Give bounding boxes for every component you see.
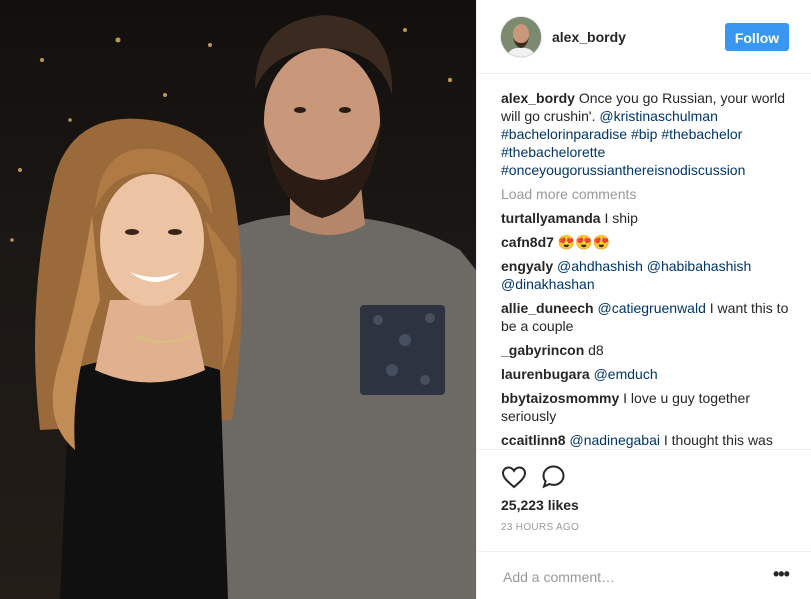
comment-text: d8 [588,342,604,358]
comment-mention[interactable]: @emduch [594,366,658,382]
comment-mention[interactable]: @catiegruenwald [597,300,705,316]
comment-username[interactable]: cafn8d7 [501,234,554,250]
heart-icon[interactable] [501,465,527,489]
caption-tag-hashtag[interactable]: #thebachelorette [501,144,605,160]
comment-mention[interactable]: @nadinegabai [569,432,660,448]
comment: _gabyrincon d8 [501,341,797,359]
comments-list: alex_bordy Once you go Russian, your wor… [501,89,797,449]
caption: alex_bordy Once you go Russian, your wor… [501,89,797,179]
header-username[interactable]: alex_bordy [552,29,626,45]
comment-icon[interactable] [541,464,566,489]
comment-text: 😍😍😍 [557,234,611,250]
load-more-comments[interactable]: Load more comments [501,185,797,203]
comment: cafn8d7 😍😍😍 [501,233,797,251]
comment-username[interactable]: bbytaizosmommy [501,390,619,406]
comment: engyaly @ahdhashish @habibahashish @dina… [501,257,797,293]
comment: allie_duneech @catiegruenwald I want thi… [501,299,797,335]
post-actions: 25,223 likes 23 HOURS AGO ••• [477,449,811,599]
avatar-image [501,17,541,57]
caption-tag-mention[interactable]: @kristinaschulman [599,108,717,124]
comment-username[interactable]: ccaitlinn8 [501,432,566,448]
comment: turtallyamanda I ship [501,209,797,227]
caption-tag-hashtag[interactable]: #bachelorinparadise [501,126,627,142]
avatar[interactable] [501,17,541,57]
comment: ccaitlinn8 @nadinegabai I thought this w… [501,431,797,449]
post-timestamp[interactable]: 23 HOURS AGO [501,522,579,533]
comment-text: I thought this was [663,432,773,448]
photo-illustration [10,15,476,599]
comment-username[interactable]: laurenbugara [501,366,590,382]
comment-username[interactable]: _gabyrincon [501,342,584,358]
caption-tag-hashtag[interactable]: #thebachelor [661,126,742,142]
comment: laurenbugara @emduch [501,365,797,383]
post-photo[interactable] [0,0,476,599]
comment-username[interactable]: turtallyamanda [501,210,601,226]
comment-text: I ship [604,210,638,226]
more-options-icon[interactable]: ••• [773,564,790,585]
comment-username[interactable]: engyaly [501,258,553,274]
caption-username[interactable]: alex_bordy [501,90,575,106]
post-sidebar: alex_bordy Follow alex_bordy Once you go… [476,0,811,599]
post-header: alex_bordy Follow [477,0,811,74]
comment-username[interactable]: allie_duneech [501,300,594,316]
caption-tag-hashtag[interactable]: #bip [631,126,657,142]
follow-button[interactable]: Follow [725,23,789,51]
add-comment-input[interactable] [501,566,755,588]
comment: bbytaizosmommy I love u guy together ser… [501,389,797,425]
like-count[interactable]: 25,223 likes [501,497,579,513]
instagram-post: alex_bordy Follow alex_bordy Once you go… [0,0,811,599]
caption-tag-hashtag[interactable]: #onceyougorussianthereisnodiscussion [501,162,745,178]
add-comment-bar: ••• [477,551,811,599]
